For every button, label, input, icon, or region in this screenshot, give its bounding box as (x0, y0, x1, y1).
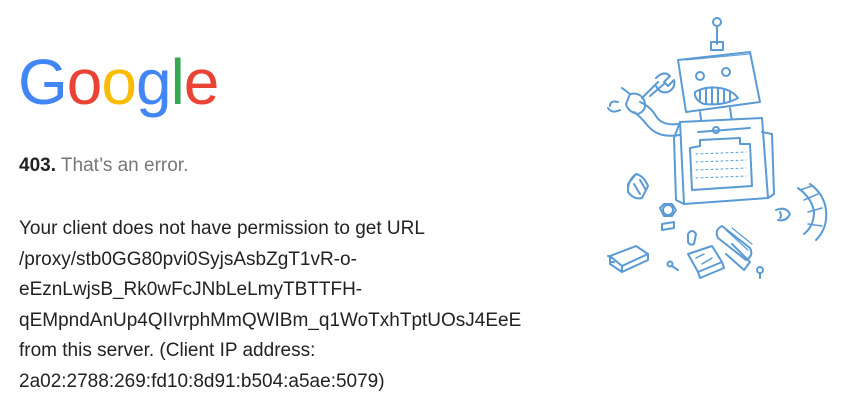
error-message: Your client does not have permission to … (19, 214, 557, 398)
error-label: That’s an error. (60, 155, 189, 176)
logo-letter: e (184, 52, 218, 118)
logo-letter: o (101, 52, 136, 118)
google-logo: Google (18, 52, 218, 120)
error-heading: 403. That’s an error. (19, 154, 188, 178)
error-code: 403. (19, 155, 56, 176)
message-line: from this server. (Client IP address: (19, 340, 316, 362)
broken-robot-illustration (607, 17, 828, 279)
message-line: 2a02:2788:269:fd10:8d91:b504:a5ae:5079) (19, 370, 385, 392)
logo-letter: l (171, 52, 184, 118)
logo-letter: G (18, 52, 67, 118)
message-line: qEMpndAnUp4QIIvrphMmQWIBm_q1WoTxhTptUOsJ… (19, 309, 522, 331)
message-line: eEznLwjsB_Rk0wFcJNbLeLmyTBTTFH- (19, 279, 363, 301)
logo-letter: g (136, 52, 171, 118)
logo-letter: o (67, 52, 102, 118)
svg-text:Google: Google (18, 52, 218, 118)
message-line: Your client does not have permission to … (19, 218, 425, 239)
message-line: /proxy/stb0GG80pvi0SyjsAsbZgT1vR-o- (19, 248, 357, 270)
